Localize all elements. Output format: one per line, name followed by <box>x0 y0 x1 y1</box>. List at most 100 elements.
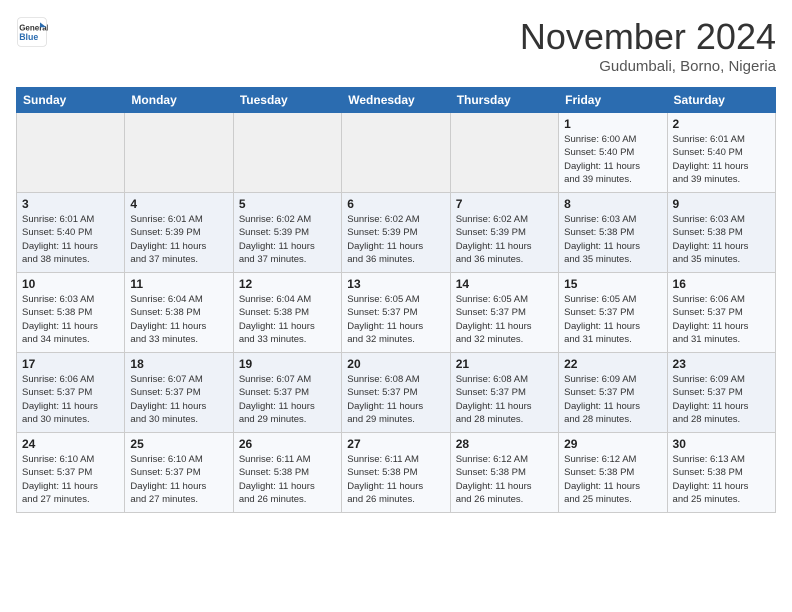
logo: General Blue <box>16 16 48 48</box>
day-number: 20 <box>347 357 444 371</box>
calendar-cell: 3Sunrise: 6:01 AMSunset: 5:40 PMDaylight… <box>17 193 125 273</box>
calendar-cell: 24 Sunrise: 6:10 AMSunset: 5:37 PMDayligh… <box>17 433 125 513</box>
weekday-header-wednesday: Wednesday <box>342 88 450 113</box>
day-number: 7 <box>456 197 553 211</box>
svg-text:General: General <box>19 23 48 32</box>
calendar-cell: 11 Sunrise: 6:04 AMSunset: 5:38 PMDayligh… <box>125 273 233 353</box>
calendar-cell: 5 Sunrise: 6:02 AMSunset: 5:39 PMDaylight… <box>233 193 341 273</box>
day-info: Sunrise: 6:04 AMSunset: 5:38 PMDaylight:… <box>130 293 227 346</box>
day-info: Sunrise: 6:09 AMSunset: 5:37 PMDaylight:… <box>564 373 661 426</box>
weekday-header-thursday: Thursday <box>450 88 558 113</box>
day-info: Sunrise: 6:12 AMSunset: 5:38 PMDaylight:… <box>564 453 661 506</box>
day-number: 15 <box>564 277 661 291</box>
day-info: Sunrise: 6:12 AMSunset: 5:38 PMDaylight:… <box>456 453 553 506</box>
day-number: 25 <box>130 437 227 451</box>
day-number: 24 <box>22 437 119 451</box>
calendar-week-3: 10Sunrise: 6:03 AMSunset: 5:38 PMDayligh… <box>17 273 776 353</box>
calendar-cell: 23 Sunrise: 6:09 AMSunset: 5:37 PMDayligh… <box>667 353 775 433</box>
day-number: 22 <box>564 357 661 371</box>
calendar-week-1: 1Sunrise: 6:00 AMSunset: 5:40 PMDaylight… <box>17 113 776 193</box>
day-info: Sunrise: 6:04 AMSunset: 5:38 PMDaylight:… <box>239 293 336 346</box>
calendar-cell: 1Sunrise: 6:00 AMSunset: 5:40 PMDaylight… <box>559 113 667 193</box>
calendar-cell: 10Sunrise: 6:03 AMSunset: 5:38 PMDayligh… <box>17 273 125 353</box>
logo-icon: General Blue <box>16 16 48 48</box>
weekday-header-row: SundayMondayTuesdayWednesdayThursdayFrid… <box>17 88 776 113</box>
day-info: Sunrise: 6:05 AMSunset: 5:37 PMDaylight:… <box>347 293 444 346</box>
day-number: 18 <box>130 357 227 371</box>
day-number: 19 <box>239 357 336 371</box>
location: Gudumbali, Borno, Nigeria <box>520 58 776 75</box>
weekday-header-friday: Friday <box>559 88 667 113</box>
day-number: 12 <box>239 277 336 291</box>
calendar-week-2: 3Sunrise: 6:01 AMSunset: 5:40 PMDaylight… <box>17 193 776 273</box>
calendar-cell: 2Sunrise: 6:01 AMSunset: 5:40 PMDaylight… <box>667 113 775 193</box>
calendar-cell: 16 Sunrise: 6:06 AMSunset: 5:37 PMDayligh… <box>667 273 775 353</box>
svg-text:Blue: Blue <box>19 32 38 42</box>
day-info: Sunrise: 6:06 AMSunset: 5:37 PMDaylight:… <box>673 293 770 346</box>
day-info: Sunrise: 6:08 AMSunset: 5:37 PMDaylight:… <box>456 373 553 426</box>
day-number: 16 <box>673 277 770 291</box>
day-info: Sunrise: 6:09 AMSunset: 5:37 PMDaylight:… <box>673 373 770 426</box>
day-info: Sunrise: 6:02 AMSunset: 5:39 PMDaylight:… <box>456 213 553 266</box>
title-block: November 2024 Gudumbali, Borno, Nigeria <box>520 16 776 75</box>
weekday-header-monday: Monday <box>125 88 233 113</box>
day-number: 11 <box>130 277 227 291</box>
calendar-cell: 25 Sunrise: 6:10 AMSunset: 5:37 PMDayligh… <box>125 433 233 513</box>
calendar-cell <box>125 113 233 193</box>
day-number: 5 <box>239 197 336 211</box>
day-info: Sunrise: 6:10 AMSunset: 5:37 PMDaylight:… <box>22 453 119 506</box>
calendar-cell <box>450 113 558 193</box>
month-title: November 2024 <box>520 16 776 58</box>
day-info: Sunrise: 6:07 AMSunset: 5:37 PMDaylight:… <box>130 373 227 426</box>
day-info: Sunrise: 6:10 AMSunset: 5:37 PMDaylight:… <box>130 453 227 506</box>
calendar-cell: 4 Sunrise: 6:01 AMSunset: 5:39 PMDaylight… <box>125 193 233 273</box>
day-number: 3 <box>22 197 119 211</box>
calendar-cell: 26Sunrise: 6:11 AMSunset: 5:38 PMDayligh… <box>233 433 341 513</box>
calendar-cell: 9 Sunrise: 6:03 AMSunset: 5:38 PMDaylight… <box>667 193 775 273</box>
day-info: Sunrise: 6:02 AMSunset: 5:39 PMDaylight:… <box>239 213 336 266</box>
day-info: Sunrise: 6:01 AMSunset: 5:39 PMDaylight:… <box>130 213 227 266</box>
day-number: 14 <box>456 277 553 291</box>
day-number: 27 <box>347 437 444 451</box>
weekday-header-saturday: Saturday <box>667 88 775 113</box>
day-number: 21 <box>456 357 553 371</box>
day-info: Sunrise: 6:13 AMSunset: 5:38 PMDaylight:… <box>673 453 770 506</box>
day-number: 10 <box>22 277 119 291</box>
calendar-cell: 6 Sunrise: 6:02 AMSunset: 5:39 PMDaylight… <box>342 193 450 273</box>
calendar-week-5: 24 Sunrise: 6:10 AMSunset: 5:37 PMDayligh… <box>17 433 776 513</box>
calendar-table: SundayMondayTuesdayWednesdayThursdayFrid… <box>16 87 776 513</box>
day-info: Sunrise: 6:00 AMSunset: 5:40 PMDaylight:… <box>564 133 661 186</box>
day-number: 29 <box>564 437 661 451</box>
day-number: 17 <box>22 357 119 371</box>
day-info: Sunrise: 6:08 AMSunset: 5:37 PMDaylight:… <box>347 373 444 426</box>
day-number: 6 <box>347 197 444 211</box>
day-number: 30 <box>673 437 770 451</box>
calendar-cell: 12 Sunrise: 6:04 AMSunset: 5:38 PMDayligh… <box>233 273 341 353</box>
day-number: 23 <box>673 357 770 371</box>
day-info: Sunrise: 6:05 AMSunset: 5:37 PMDaylight:… <box>564 293 661 346</box>
day-info: Sunrise: 6:06 AMSunset: 5:37 PMDaylight:… <box>22 373 119 426</box>
day-info: Sunrise: 6:02 AMSunset: 5:39 PMDaylight:… <box>347 213 444 266</box>
calendar-cell: 14 Sunrise: 6:05 AMSunset: 5:37 PMDayligh… <box>450 273 558 353</box>
calendar-cell: 29 Sunrise: 6:12 AMSunset: 5:38 PMDayligh… <box>559 433 667 513</box>
calendar-cell: 17 Sunrise: 6:06 AMSunset: 5:37 PMDayligh… <box>17 353 125 433</box>
calendar-cell: 20 Sunrise: 6:08 AMSunset: 5:37 PMDayligh… <box>342 353 450 433</box>
calendar-cell <box>342 113 450 193</box>
calendar-cell: 27Sunrise: 6:11 AMSunset: 5:38 PMDayligh… <box>342 433 450 513</box>
calendar-cell: 7 Sunrise: 6:02 AMSunset: 5:39 PMDaylight… <box>450 193 558 273</box>
day-info: Sunrise: 6:01 AMSunset: 5:40 PMDaylight:… <box>673 133 770 186</box>
day-info: Sunrise: 6:07 AMSunset: 5:37 PMDaylight:… <box>239 373 336 426</box>
day-number: 13 <box>347 277 444 291</box>
calendar-week-4: 17 Sunrise: 6:06 AMSunset: 5:37 PMDayligh… <box>17 353 776 433</box>
day-number: 28 <box>456 437 553 451</box>
calendar-cell <box>233 113 341 193</box>
day-number: 9 <box>673 197 770 211</box>
day-info: Sunrise: 6:11 AMSunset: 5:38 PMDaylight:… <box>239 453 336 506</box>
day-info: Sunrise: 6:05 AMSunset: 5:37 PMDaylight:… <box>456 293 553 346</box>
weekday-header-sunday: Sunday <box>17 88 125 113</box>
calendar-cell: 28 Sunrise: 6:12 AMSunset: 5:38 PMDayligh… <box>450 433 558 513</box>
day-info: Sunrise: 6:03 AMSunset: 5:38 PMDaylight:… <box>673 213 770 266</box>
page-header: General Blue November 2024 Gudumbali, Bo… <box>16 16 776 75</box>
day-number: 4 <box>130 197 227 211</box>
calendar-cell: 19 Sunrise: 6:07 AMSunset: 5:37 PMDayligh… <box>233 353 341 433</box>
